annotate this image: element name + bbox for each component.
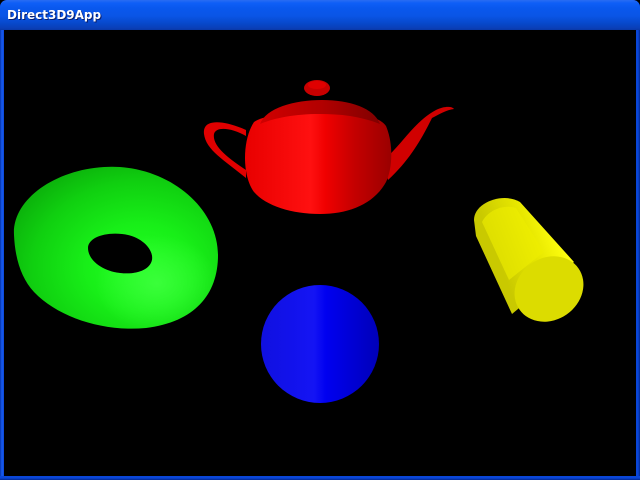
torus-object: [13, 166, 218, 329]
title-bar[interactable]: Direct3D9App: [0, 0, 640, 30]
teapot-object: [203, 80, 454, 214]
cylinder-object: [474, 198, 584, 322]
render-viewport[interactable]: [4, 30, 636, 476]
sphere-object: [261, 285, 379, 403]
window-title: Direct3D9App: [7, 8, 102, 22]
window-frame-right[interactable]: [636, 30, 640, 480]
scene-canvas: [13, 80, 584, 403]
app-window: Direct3D9App: [0, 0, 640, 480]
window-frame-bottom[interactable]: [0, 476, 640, 480]
